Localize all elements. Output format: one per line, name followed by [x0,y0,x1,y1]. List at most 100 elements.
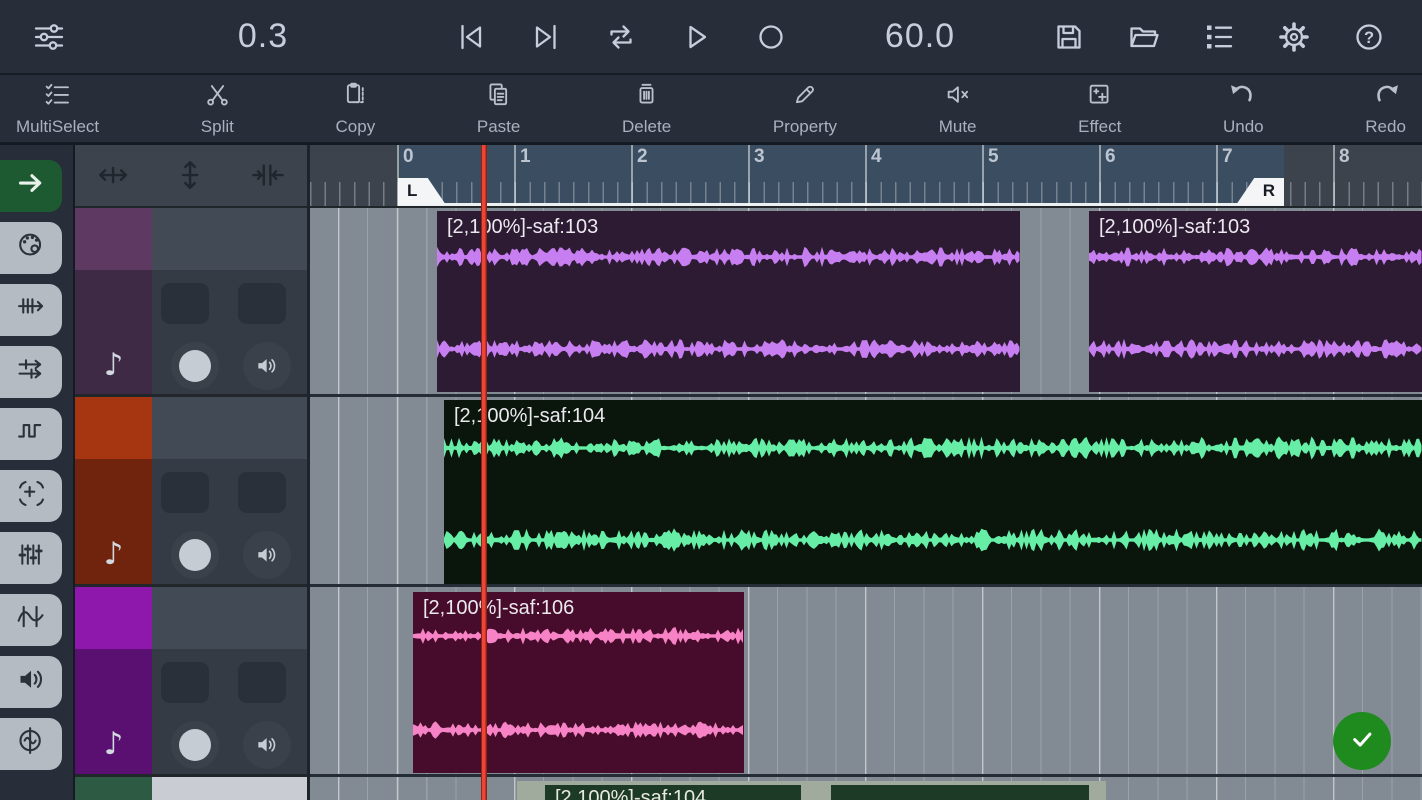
clip-segment[interactable]: [2,100%]-saf:104 [545,785,801,800]
bar-line [865,145,867,206]
track-name[interactable] [152,777,307,800]
split-button[interactable]: Split [201,80,234,137]
fit-zoom-button[interactable] [251,159,285,193]
track-header-3[interactable]: ♪ [75,587,307,777]
effect-button[interactable]: Effect [1078,80,1121,137]
track-name[interactable] [152,397,307,459]
mute-button[interactable] [161,283,209,324]
track-lane-2[interactable]: [2,100%]-saf:104 [310,397,1422,587]
track-lane-3[interactable]: [2,100%]-saf:106 [310,587,1422,777]
edit-toolbar: MultiSelect Split Copy Paste Delete Property M… [0,75,1422,145]
tool-palette[interactable] [0,222,62,274]
timeline-ruler[interactable]: L R 012345678 [310,145,1422,208]
top-transport-bar: 0.3 60.0 ? [0,0,1422,75]
pointer-icon [15,167,48,205]
clip-segment[interactable] [831,785,1089,800]
tool-shake[interactable] [0,470,62,522]
copy-icon [341,80,370,114]
loop-icon[interactable] [602,18,640,56]
instrument-note-icon[interactable]: ♪ [75,539,152,570]
tool-time-stretch[interactable] [0,284,62,336]
playhead[interactable] [481,145,487,800]
mute-button[interactable] [161,662,209,703]
instrument-note-icon[interactable]: ♪ [75,350,152,381]
track-number[interactable] [75,587,152,649]
record-icon[interactable] [752,18,790,56]
arm-record-button[interactable] [171,721,219,769]
tune-icon[interactable] [30,18,68,56]
tracklist-icon[interactable] [1200,18,1238,56]
h-zoom-button[interactable] [97,159,131,193]
solo-button[interactable] [238,662,286,703]
bar-line [514,145,516,206]
arm-record-button[interactable] [171,531,219,579]
bar-number: 3 [754,146,765,168]
paste-button[interactable]: Paste [477,80,520,137]
track-monitor-button[interactable] [243,531,291,579]
track-header-2[interactable]: ♪ [75,397,307,587]
audio-clip[interactable]: [2,100%]-saf:106 [413,592,744,773]
mute-button[interactable]: Mute [939,80,977,137]
track-lane-1[interactable]: [2,100%]-saf:103 [2,100%]-saf:103 [310,208,1422,397]
solo-button[interactable] [238,283,286,324]
solo-button[interactable] [238,472,286,513]
record-dot-icon [179,539,211,571]
topbar-right-actions: ? [1050,0,1388,73]
tool-monitor[interactable] [0,656,62,708]
help-icon[interactable]: ? [1350,18,1388,56]
skip-start-icon[interactable] [452,18,490,56]
confirm-button[interactable] [1333,712,1391,770]
track-number[interactable] [75,397,152,459]
bar-number: 0 [403,146,414,168]
mute-icon [943,80,972,114]
bar-number: 8 [1339,146,1350,168]
track-monitor-button[interactable] [243,721,291,769]
redo-button[interactable]: Redo [1365,80,1406,137]
tool-pan-wave[interactable] [0,718,62,770]
speaker-icon [254,353,280,379]
tool-envelope[interactable] [0,408,62,460]
skip-end-icon[interactable] [527,18,565,56]
audio-clip[interactable]: [2,100%]-saf:103 [437,211,1020,392]
check-icon [1345,722,1379,761]
bar-number: 5 [988,146,999,168]
track-lane-4[interactable]: [2,100%]-saf:104 [310,777,1422,800]
playback-position[interactable]: 0.3 [238,17,288,56]
track-header-4[interactable] [75,777,307,800]
save-icon[interactable] [1050,18,1088,56]
bar-number: 1 [520,146,531,168]
bpm-value[interactable]: 60.0 [885,17,955,56]
pan-wave-icon [15,725,48,763]
open-folder-icon[interactable] [1125,18,1163,56]
multiselect-button[interactable]: MultiSelect [16,80,99,137]
audio-clip-selected[interactable]: [2,100%]-saf:104 [517,781,1106,800]
property-button[interactable]: Property [773,80,837,137]
track-number[interactable] [75,208,152,270]
bar-line [982,145,984,206]
audio-clip[interactable]: [2,100%]-saf:103 [1089,211,1422,392]
tool-mixer[interactable] [0,532,62,584]
track-monitor-button[interactable] [243,342,291,390]
delete-button[interactable]: Delete [622,80,671,137]
route-icon [15,353,48,391]
bar-line [748,145,750,206]
tool-fade[interactable] [0,594,62,646]
track-number[interactable] [75,777,152,800]
copy-button[interactable]: Copy [336,80,376,137]
play-icon[interactable] [677,18,715,56]
settings-icon[interactable] [1275,18,1313,56]
tool-route[interactable] [0,346,62,398]
daw-app: 0.3 60.0 ? MultiSelect Split Copy Paste Dele… [0,0,1422,800]
effect-icon [1085,80,1114,114]
arm-record-button[interactable] [171,342,219,390]
track-name[interactable] [152,587,307,649]
mute-button[interactable] [161,472,209,513]
tool-pointer[interactable] [0,160,62,212]
v-zoom-button[interactable] [174,159,208,193]
instrument-note-icon[interactable]: ♪ [75,729,152,760]
track-header-1[interactable]: ♪ [75,208,307,397]
undo-button[interactable]: Undo [1223,80,1264,137]
track-name[interactable] [152,208,307,270]
audio-clip[interactable]: [2,100%]-saf:104 [444,400,1422,584]
timeline-area: L R 012345678 [2,100%]-saf:103[2,100%]-s… [310,145,1422,800]
